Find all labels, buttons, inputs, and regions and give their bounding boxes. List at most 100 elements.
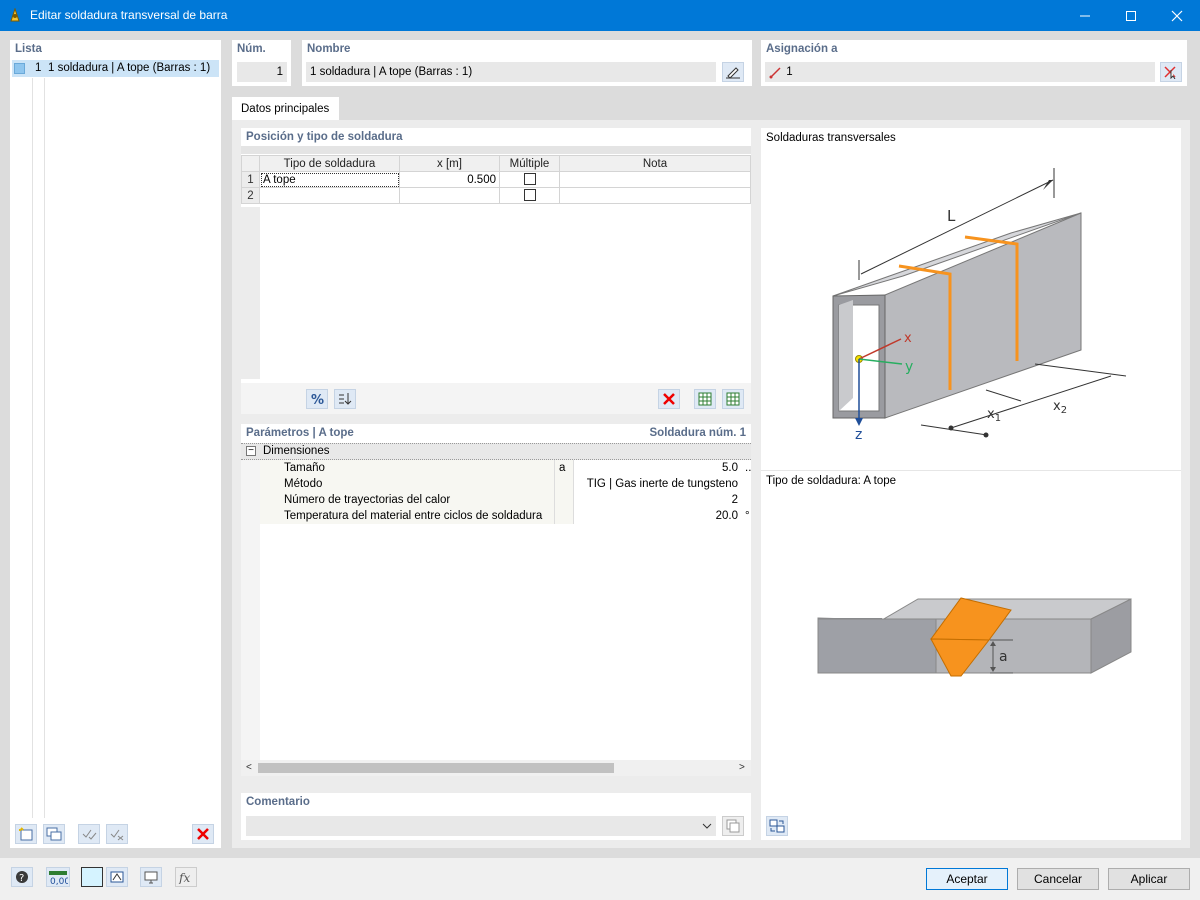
swap-preview-button[interactable]	[766, 816, 788, 836]
copy-item-button[interactable]	[43, 824, 65, 844]
svg-text:%: %	[311, 393, 324, 406]
units-button[interactable]: 0,00	[46, 867, 70, 887]
maximize-button[interactable]	[1108, 0, 1154, 31]
cell-x[interactable]: 0.500	[399, 171, 500, 188]
display-button[interactable]	[106, 867, 128, 887]
assign-value: 1	[786, 66, 793, 78]
check-all-button[interactable]	[78, 824, 100, 844]
cancel-button[interactable]: Cancelar	[1017, 868, 1099, 890]
param-value[interactable]: 20.0	[581, 508, 738, 524]
assign-field[interactable]: 1	[765, 62, 1155, 82]
multiple-checkbox[interactable]	[523, 173, 536, 186]
col-multiple[interactable]: Múltiple	[499, 155, 560, 172]
num-field[interactable]: 1	[237, 62, 287, 82]
comment-copy-button[interactable]	[722, 816, 744, 836]
list-item-num: 1	[35, 62, 42, 74]
group-dimensiones[interactable]: − Dimensiones	[241, 443, 751, 460]
col-nota[interactable]: Nota	[559, 155, 751, 172]
comment-field[interactable]	[246, 816, 716, 836]
cell-tipo[interactable]	[259, 187, 400, 204]
close-button[interactable]	[1154, 0, 1200, 31]
scroll-thumb[interactable]	[258, 763, 614, 773]
svg-text:fx: fx	[178, 871, 190, 884]
dim-label-a: a	[999, 649, 1008, 665]
param-label: Número de trayectorias del calor	[284, 494, 451, 506]
beam-diagram: L x1 x2 x y z	[832, 168, 1127, 443]
delete-item-button[interactable]	[192, 824, 214, 844]
scroll-left-icon[interactable]: <	[246, 762, 252, 773]
comment-panel: Comentario	[241, 793, 751, 840]
cell-nota[interactable]	[559, 171, 751, 188]
sort-button[interactable]	[334, 389, 356, 409]
params-header: Parámetros | A tope	[246, 427, 354, 439]
import-button[interactable]	[694, 389, 716, 409]
uncheck-button[interactable]	[106, 824, 128, 844]
scroll-right-icon[interactable]: >	[739, 762, 745, 773]
horizontal-scrollbar[interactable]: < >	[241, 760, 751, 776]
tree-line	[44, 78, 45, 818]
position-table: Tipo de soldadura x [m] Múltiple Nota 1 …	[241, 155, 751, 204]
param-value[interactable]: 5.0	[581, 460, 738, 476]
param-unit: ..	[745, 462, 752, 474]
svg-text:?: ?	[19, 873, 24, 884]
help-button[interactable]: ?	[11, 867, 33, 887]
param-label: Tamaño	[284, 462, 325, 474]
color-swatch	[14, 63, 25, 74]
param-value[interactable]: 2	[581, 492, 738, 508]
export-button[interactable]	[722, 389, 744, 409]
tree-line	[32, 78, 33, 818]
weld-section-diagram: a	[817, 597, 1132, 677]
formula-button[interactable]: fx	[175, 867, 197, 887]
cell-multiple[interactable]	[499, 171, 560, 188]
ok-button[interactable]: Aceptar	[926, 868, 1008, 890]
minimize-button[interactable]	[1062, 0, 1108, 31]
table-row[interactable]: 2	[241, 187, 751, 204]
tab-datos-principales[interactable]: Datos principales	[232, 97, 339, 120]
row-number: 1	[241, 171, 260, 188]
color-toggle-button[interactable]	[81, 867, 103, 887]
help-icon: ?	[16, 871, 28, 884]
preview-panel: Soldaduras transversales Tipo de soldadu…	[761, 128, 1181, 840]
multiple-checkbox[interactable]	[523, 189, 536, 202]
row-number: 2	[241, 187, 260, 204]
collapse-icon[interactable]: −	[246, 446, 256, 456]
param-label: Temperatura del material entre ciclos de…	[284, 510, 543, 522]
cell-multiple[interactable]	[499, 187, 560, 204]
apply-button[interactable]: Aplicar	[1108, 868, 1190, 890]
num-header: Núm.	[237, 43, 266, 55]
new-item-button[interactable]	[15, 824, 37, 844]
cell-x[interactable]	[399, 187, 500, 204]
position-panel: Posición y tipo de soldadura Tipo de sol…	[241, 128, 751, 414]
window-title: Editar soldadura transversal de barra	[30, 8, 228, 22]
name-field[interactable]: 1 soldadura | A tope (Barras : 1)	[306, 62, 716, 82]
param-unit: °	[745, 510, 750, 522]
table-row[interactable]: 1 A tope 0.500	[241, 171, 751, 188]
name-panel: Nombre 1 soldadura | A tope (Barras : 1)	[302, 40, 752, 86]
table-header-row: Tipo de soldadura x [m] Múltiple Nota	[241, 155, 751, 172]
percent-button[interactable]: %	[306, 389, 328, 409]
edit-name-button[interactable]	[722, 62, 744, 82]
new-item-icon	[19, 827, 33, 841]
table-export-icon	[726, 392, 740, 406]
formula-icon: fx	[178, 871, 190, 884]
delete-row-button[interactable]	[658, 389, 680, 409]
percent-icon: %	[311, 393, 324, 406]
row-header-column	[241, 207, 260, 379]
view-button[interactable]	[140, 867, 162, 887]
table-import-icon	[698, 392, 712, 406]
cell-tipo[interactable]: A tope	[259, 171, 400, 188]
copy-item-icon	[46, 827, 62, 841]
col-x[interactable]: x [m]	[399, 155, 500, 172]
chevron-down-icon[interactable]	[702, 822, 712, 830]
group-label: Dimensiones	[263, 445, 330, 457]
col-tipo[interactable]: Tipo de soldadura	[259, 155, 400, 172]
cell-nota[interactable]	[559, 187, 751, 204]
position-header: Posición y tipo de soldadura	[246, 131, 403, 143]
delete-icon	[197, 828, 209, 840]
delete-icon	[663, 393, 675, 405]
list-item[interactable]: 1 1 soldadura | A tope (Barras : 1)	[12, 60, 219, 77]
param-value[interactable]: TIG | Gas inerte de tungsteno	[581, 476, 738, 492]
select-assign-button[interactable]	[1160, 62, 1182, 82]
name-header: Nombre	[307, 43, 351, 55]
list-item-label: 1 soldadura | A tope (Barras : 1)	[48, 62, 211, 74]
